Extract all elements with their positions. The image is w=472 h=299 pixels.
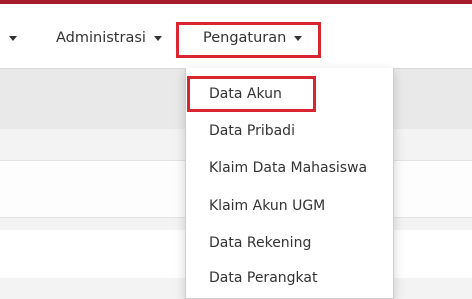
menu-item-data-perangkat[interactable]: Data Perangkat — [209, 267, 317, 289]
menu-item-data-pribadi[interactable]: Data Pribadi — [209, 120, 295, 142]
nav-item-administrasi[interactable]: Administrasi — [56, 28, 162, 48]
menu-item-data-rekening[interactable]: Data Rekening — [209, 232, 311, 254]
top-navbar: Administrasi Pengaturan — [0, 4, 472, 69]
menu-item-klaim-akun-ugm[interactable]: Klaim Akun UGM — [209, 195, 325, 217]
highlight-box-pengaturan — [176, 22, 321, 58]
caret-down-icon — [9, 35, 17, 41]
nav-item-label: Administrasi — [56, 30, 146, 46]
caret-down-icon — [153, 35, 162, 41]
nav-dropdown-collapsed[interactable] — [9, 28, 17, 48]
highlight-box-data-akun — [187, 76, 316, 112]
menu-item-klaim-data-mahasiswa[interactable]: Klaim Data Mahasiswa — [209, 157, 367, 179]
